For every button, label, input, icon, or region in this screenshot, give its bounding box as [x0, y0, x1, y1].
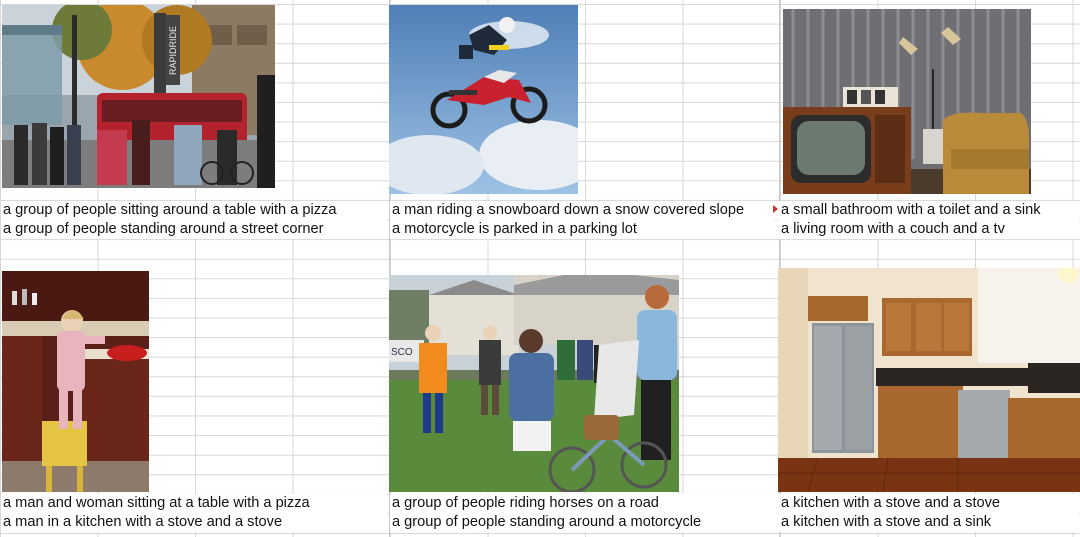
caption-cell[interactable]: a group of people standing around a moto…: [390, 513, 778, 532]
banner-text: SCO: [391, 347, 413, 358]
child-kitchen-image[interactable]: [2, 271, 149, 492]
rapidride-sign: RAPIDRIDE: [168, 26, 178, 75]
caption-cell[interactable]: a group of people sitting around a table…: [1, 201, 387, 220]
comment-indicator-icon[interactable]: [773, 205, 778, 213]
modern-kitchen-image[interactable]: [778, 268, 1080, 492]
caption-cell[interactable]: a living room with a couch and a tv: [779, 220, 1079, 239]
caption-cell[interactable]: a motorcycle is parked in a parking lot: [390, 220, 778, 239]
caption-cell[interactable]: a small bathroom with a toilet and a sin…: [779, 201, 1079, 220]
caption-cell[interactable]: a group of people riding horses on a roa…: [390, 494, 778, 513]
caption-cell[interactable]: a kitchen with a stove and a stove: [779, 494, 1079, 513]
caption-cell[interactable]: a man in a kitchen with a stove and a st…: [1, 513, 387, 532]
caption-cell[interactable]: a group of people standing around a stre…: [1, 220, 387, 239]
living-room-image[interactable]: [783, 9, 1031, 194]
caption-cell[interactable]: a man and woman sitting at a table with …: [1, 494, 387, 513]
caption-cell[interactable]: a man riding a snowboard down a snow cov…: [390, 201, 774, 220]
caption-cell[interactable]: a kitchen with a stove and a sink: [779, 513, 1079, 532]
motocross-jump-image[interactable]: [389, 5, 578, 194]
street-scene-image[interactable]: RAPIDRIDE: [2, 5, 275, 188]
park-group-image[interactable]: SCO: [389, 275, 679, 492]
